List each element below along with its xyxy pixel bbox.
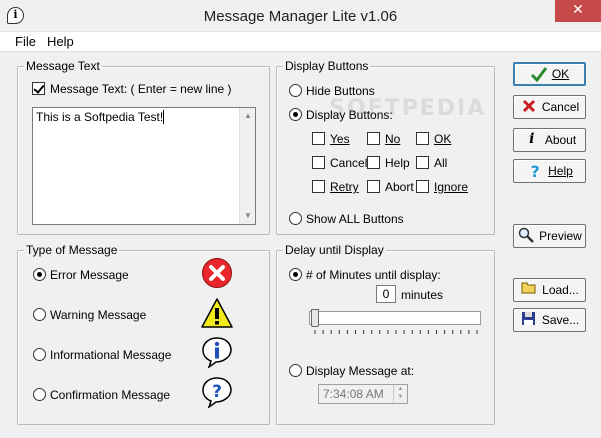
preview-button[interactable]: Preview: [513, 224, 586, 248]
floppy-disk-icon: [520, 311, 538, 329]
ok-button[interactable]: OK: [513, 62, 586, 86]
message-text-checkbox-label: Message Text: ( Enter = new line ): [50, 82, 232, 96]
abort-label: Abort: [385, 180, 414, 194]
checkmark-icon: [530, 65, 548, 83]
display-buttons-legend: Display Buttons: [283, 59, 371, 73]
show-all-buttons-radio[interactable]: [289, 212, 302, 225]
display-buttons-label: Display Buttons:: [306, 108, 393, 122]
help-question-icon: ?: [530, 162, 540, 181]
show-all-buttons-label: Show ALL Buttons: [306, 212, 404, 226]
display-message-at-radio[interactable]: [289, 364, 302, 377]
message-text-scrollbar[interactable]: ▲ ▼: [239, 108, 255, 224]
about-info-icon: i: [529, 131, 535, 147]
cancel-checkbox[interactable]: [312, 156, 325, 169]
hide-buttons-radio[interactable]: [289, 84, 302, 97]
menu-help[interactable]: Help: [47, 34, 74, 49]
help-button[interactable]: ? Help: [513, 159, 586, 183]
close-button[interactable]: ✕: [555, 0, 601, 22]
magnifier-icon: [517, 227, 535, 245]
error-icon: [202, 258, 232, 288]
no-label: No: [385, 132, 401, 146]
minutes-slider-track[interactable]: [309, 311, 481, 325]
yes-checkbox[interactable]: [312, 132, 325, 145]
cancel-label: Cancel: [330, 156, 368, 170]
load-button-label: Load...: [542, 283, 579, 297]
minutes-input[interactable]: 0: [376, 285, 396, 303]
question-icon: ?: [202, 377, 232, 408]
retry-label: Retry: [330, 180, 359, 194]
menu-bar: File Help: [0, 32, 601, 52]
yes-label: Yes: [330, 132, 350, 146]
minutes-slider-thumb[interactable]: [311, 309, 319, 327]
time-spinner[interactable]: ▲ ▼: [393, 385, 407, 403]
about-button-label: About: [544, 133, 577, 147]
message-text-checkbox[interactable]: [32, 82, 45, 95]
ok-checkbox[interactable]: [416, 132, 429, 145]
folder-open-icon: [520, 281, 538, 299]
retry-checkbox[interactable]: [312, 180, 325, 193]
help-label: Help: [385, 156, 410, 170]
load-button[interactable]: Load...: [513, 278, 586, 302]
error-message-label: Error Message: [50, 268, 129, 282]
window-title: Message Manager Lite v1.06: [203, 8, 398, 25]
cancel-x-icon: [520, 98, 538, 116]
help-checkbox[interactable]: [367, 156, 380, 169]
about-button[interactable]: i About: [513, 128, 586, 152]
warning-message-radio[interactable]: [33, 308, 46, 321]
save-button[interactable]: Save...: [513, 308, 586, 332]
minutes-until-display-label: # of Minutes until display:: [306, 268, 441, 282]
confirmation-message-radio[interactable]: [33, 388, 46, 401]
delay-legend: Delay until Display: [283, 243, 386, 257]
abort-checkbox[interactable]: [367, 180, 380, 193]
title-bar: i Message Manager Lite v1.06 ✕: [0, 0, 601, 32]
warning-message-label: Warning Message: [50, 308, 147, 322]
scroll-up-icon[interactable]: ▲: [240, 108, 256, 124]
cancel-button[interactable]: Cancel: [513, 95, 586, 119]
preview-button-label: Preview: [539, 229, 582, 243]
ignore-checkbox[interactable]: [416, 180, 429, 193]
minutes-until-display-radio[interactable]: [289, 268, 302, 281]
display-message-at-label: Display Message at:: [306, 364, 415, 378]
info-icon: [202, 337, 232, 368]
slider-ticks: [314, 330, 478, 334]
hide-buttons-label: Hide Buttons: [306, 84, 375, 98]
cancel-button-label: Cancel: [541, 100, 580, 114]
display-buttons-radio[interactable]: [289, 108, 302, 121]
type-of-message-legend: Type of Message: [24, 243, 120, 257]
message-text-legend: Message Text: [24, 59, 102, 73]
save-button-label: Save...: [541, 313, 580, 327]
no-checkbox[interactable]: [367, 132, 380, 145]
ignore-label: Ignore: [434, 180, 469, 194]
display-time-input[interactable]: 7:34:08 AM ▲ ▼: [318, 384, 408, 404]
ok-label: OK: [434, 132, 452, 146]
ok-button-label: OK: [551, 67, 570, 81]
message-text-area[interactable]: This is a Softpedia Test!​ ▲ ▼: [32, 107, 256, 225]
informational-message-label: Informational Message: [50, 348, 172, 362]
display-time-value: 7:34:08 AM: [323, 387, 384, 401]
svg-text:?: ?: [212, 382, 222, 402]
all-checkbox[interactable]: [416, 156, 429, 169]
message-text-value: This is a Softpedia Test!: [36, 110, 164, 124]
all-label: All: [434, 156, 448, 170]
error-message-radio[interactable]: [33, 268, 46, 281]
help-button-label: Help: [548, 164, 573, 178]
warning-icon: [201, 298, 233, 328]
minutes-unit-label: minutes: [401, 288, 444, 302]
confirmation-message-label: Confirmation Message: [50, 388, 171, 402]
scroll-down-icon[interactable]: ▼: [240, 208, 256, 224]
menu-file[interactable]: File: [15, 34, 36, 49]
informational-message-radio[interactable]: [33, 348, 46, 361]
